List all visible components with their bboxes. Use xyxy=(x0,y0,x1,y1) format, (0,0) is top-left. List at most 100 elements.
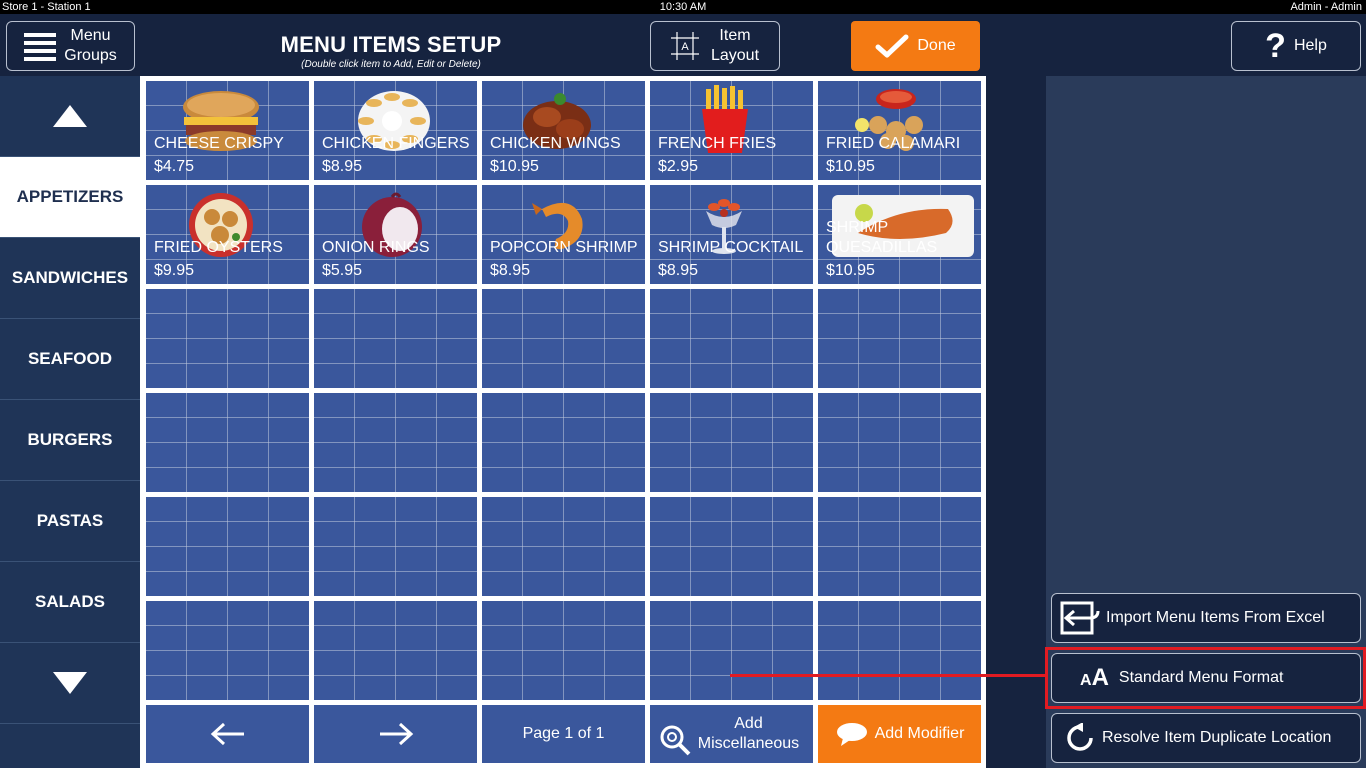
item-name: POPCORN SHRIMP xyxy=(490,239,638,256)
item-name: CHICKEN WINGS xyxy=(490,135,621,152)
item-name: FRIED CALAMARI xyxy=(826,135,961,152)
question-icon: ? xyxy=(1265,27,1286,65)
menu-groups-label-1: Menu xyxy=(70,27,111,44)
done-label: Done xyxy=(917,37,956,54)
sidebar-item-label: SEAFOOD xyxy=(27,349,113,368)
empty-cell[interactable] xyxy=(818,601,981,700)
empty-cell[interactable] xyxy=(146,601,309,700)
refresh-icon xyxy=(1067,723,1093,751)
item-name: ONION RINGS xyxy=(322,239,430,256)
sidebar-item-seafood[interactable]: SEAFOOD xyxy=(0,319,140,400)
menu-item-cell[interactable]: CHEESE CRISPY $4.75 xyxy=(146,81,309,180)
empty-cell[interactable] xyxy=(482,497,645,596)
hamburger-icon xyxy=(24,33,57,61)
sidebar-item-label: BURGERS xyxy=(27,430,113,449)
item-price: $2.95 xyxy=(658,158,699,175)
empty-cell[interactable] xyxy=(314,289,477,388)
page-label: Page 1 of 1 xyxy=(522,725,605,742)
item-price: $8.95 xyxy=(322,158,363,175)
item-layout-button[interactable]: A Item Layout xyxy=(650,21,780,71)
empty-cell[interactable] xyxy=(650,601,813,700)
speech-bubble-icon xyxy=(836,723,867,746)
menu-item-cell[interactable]: FRIED CALAMARI $10.95 xyxy=(818,81,981,180)
sidebar-item-sandwiches[interactable]: SANDWICHES xyxy=(0,238,140,319)
menu-item-cell[interactable]: CHICKEN WINGS $10.95 xyxy=(482,81,645,180)
item-price: $10.95 xyxy=(490,158,539,175)
arrow-down-icon xyxy=(53,672,87,694)
arrow-left-icon xyxy=(210,722,244,746)
empty-cell[interactable] xyxy=(314,497,477,596)
page-title-block: MENU ITEMS SETUP (Double click item to A… xyxy=(240,32,542,70)
empty-cell[interactable] xyxy=(650,497,813,596)
done-button[interactable]: Done xyxy=(851,21,980,71)
empty-cell[interactable] xyxy=(314,393,477,492)
arrow-up-icon xyxy=(53,105,87,127)
empty-cell[interactable] xyxy=(482,601,645,700)
item-name: CHEESE CRISPY xyxy=(154,135,284,152)
help-button[interactable]: ? Help xyxy=(1231,21,1361,71)
empty-cell[interactable] xyxy=(146,393,309,492)
page-subtitle: (Double click item to Add, Edit or Delet… xyxy=(301,59,481,70)
annotation-pointer-line xyxy=(730,674,1046,677)
item-layout-label-2: Layout xyxy=(710,47,760,64)
empty-cell[interactable] xyxy=(818,497,981,596)
item-price: $8.95 xyxy=(490,262,531,279)
item-name: SHRIMP COCKTAIL xyxy=(658,239,804,256)
scroll-down-button[interactable] xyxy=(0,643,140,724)
menu-item-cell[interactable]: SHRIMP QUESADILLAS $10.95 xyxy=(818,185,981,284)
add-modifier-button[interactable]: Add Modifier xyxy=(818,705,981,763)
category-sidebar: APPETIZERS SANDWICHES SEAFOOD BURGERS PA… xyxy=(0,76,140,768)
next-page-button[interactable] xyxy=(314,705,477,763)
user-label: Admin - Admin xyxy=(1290,1,1362,13)
sidebar-item-label: PASTAS xyxy=(36,511,104,530)
empty-cell[interactable] xyxy=(146,289,309,388)
previous-page-button[interactable] xyxy=(146,705,309,763)
resolve-label: Resolve Item Duplicate Location xyxy=(1102,729,1332,746)
menu-item-cell[interactable]: ONION RINGS $5.95 xyxy=(314,185,477,284)
empty-cell[interactable] xyxy=(482,289,645,388)
item-name: FRIED OYSTERS xyxy=(154,239,283,256)
item-name: CHICKEN FINGERS xyxy=(322,135,470,152)
menu-groups-label-2: Groups xyxy=(64,47,117,64)
empty-cell[interactable] xyxy=(650,289,813,388)
top-bar: Menu Groups MENU ITEMS SETUP (Double cli… xyxy=(0,14,1366,76)
import-excel-button[interactable]: Import Menu Items From Excel xyxy=(1051,593,1361,643)
sidebar-item-label: SALADS xyxy=(35,592,105,611)
item-name: FRENCH FRIES xyxy=(658,135,777,152)
annotation-highlight-box xyxy=(1045,647,1366,709)
empty-cell[interactable] xyxy=(818,289,981,388)
add-misc-label-1: Add xyxy=(734,715,763,732)
sidebar-item-appetizers[interactable]: APPETIZERS xyxy=(0,157,140,238)
clock: 10:30 AM xyxy=(659,1,707,13)
add-miscellaneous-button[interactable]: Add Miscellaneous xyxy=(650,705,813,763)
page-indicator: Page 1 of 1 xyxy=(482,705,645,763)
item-price: $5.95 xyxy=(322,262,363,279)
empty-cell[interactable] xyxy=(314,601,477,700)
menu-item-cell[interactable]: SHRIMP COCKTAIL $8.95 xyxy=(650,185,813,284)
sidebar-item-pastas[interactable]: PASTAS xyxy=(0,481,140,562)
empty-cell[interactable] xyxy=(146,497,309,596)
item-layout-label-1: Item xyxy=(719,27,751,44)
add-misc-label-2: Miscellaneous xyxy=(697,735,800,752)
checkmark-icon xyxy=(875,34,909,58)
empty-cell[interactable] xyxy=(482,393,645,492)
menu-item-cell[interactable]: FRIED OYSTERS $9.95 xyxy=(146,185,309,284)
add-modifier-label: Add Modifier xyxy=(874,725,965,742)
menu-item-cell[interactable]: POPCORN SHRIMP $8.95 xyxy=(482,185,645,284)
resolve-duplicate-button[interactable]: Resolve Item Duplicate Location xyxy=(1051,713,1361,763)
arrow-right-icon xyxy=(379,722,413,746)
sidebar-item-burgers[interactable]: BURGERS xyxy=(0,400,140,481)
empty-cell[interactable] xyxy=(650,393,813,492)
menu-item-cell[interactable]: CHICKEN FINGERS $8.95 xyxy=(314,81,477,180)
page-title: MENU ITEMS SETUP xyxy=(280,32,502,57)
scroll-up-button[interactable] xyxy=(0,76,140,157)
item-price: $9.95 xyxy=(154,262,195,279)
empty-cell[interactable] xyxy=(818,393,981,492)
status-bar: Store 1 - Station 1 10:30 AM Admin - Adm… xyxy=(0,0,1366,14)
item-price: $4.75 xyxy=(154,158,195,175)
svg-text:A: A xyxy=(681,41,689,53)
menu-item-cell[interactable]: FRENCH FRIES $2.95 xyxy=(650,81,813,180)
menu-groups-button[interactable]: Menu Groups xyxy=(6,21,135,71)
sidebar-item-salads[interactable]: SALADS xyxy=(0,562,140,643)
sidebar-item-label: APPETIZERS xyxy=(16,187,124,206)
